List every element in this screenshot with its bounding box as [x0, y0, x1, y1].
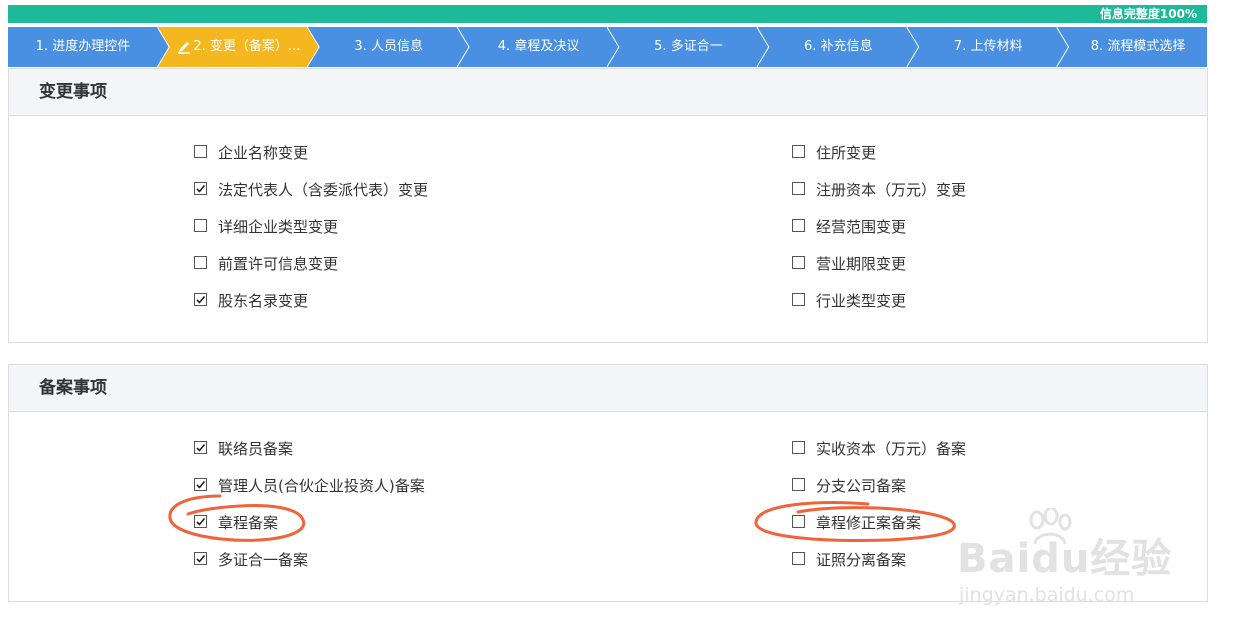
completeness-progress-fill: [8, 5, 1207, 23]
checkbox-unchecked[interactable]: [792, 478, 805, 491]
checkmark-icon: [196, 554, 206, 563]
completeness-text: 信息完整度100%: [1099, 7, 1197, 21]
checkbox-item[interactable]: 章程修正案备案: [792, 513, 921, 533]
checkbox-item[interactable]: 分支公司备案: [792, 476, 906, 496]
record-items-title: 备案事项: [9, 365, 1207, 412]
checkbox-label: 证照分离备案: [816, 551, 907, 569]
checkbox-label: 营业期限变更: [816, 255, 907, 273]
checkbox-item[interactable]: 法定代表人（含委派代表）变更: [194, 180, 428, 200]
checkbox-label: 多证合一备案: [218, 551, 309, 569]
completeness-progress-bar: 信息完整度100%: [8, 5, 1207, 23]
step-label: 7. 上传材料: [953, 39, 1023, 54]
change-items-title: 变更事项: [9, 69, 1207, 116]
step-label: 3. 人员信息: [354, 39, 423, 54]
checkbox-label: 股东名录变更: [218, 292, 309, 310]
step-1[interactable]: 1. 进度办理控件: [8, 27, 158, 67]
checkbox-checked[interactable]: [194, 182, 207, 195]
checkbox-unchecked[interactable]: [792, 441, 805, 454]
step-3[interactable]: 3. 人员信息: [320, 27, 458, 67]
checkbox-unchecked[interactable]: [792, 219, 805, 232]
checkbox-unchecked[interactable]: [792, 145, 805, 158]
checkbox-label: 法定代表人（含委派代表）变更: [218, 181, 429, 199]
checkbox-unchecked[interactable]: [792, 293, 805, 306]
step-navigation: 1. 进度办理控件 2. 变更（备案）... 3. 人员信息 4. 章程及决议 5. 多…: [8, 27, 1207, 67]
checkbox-item[interactable]: 企业名称变更: [194, 143, 308, 163]
checkbox-unchecked[interactable]: [792, 256, 805, 269]
checkbox-item[interactable]: 联络员备案: [194, 439, 293, 459]
checkbox-label: 行业类型变更: [816, 292, 907, 310]
step-label: 2. 变更（备案）...: [193, 39, 301, 54]
checkbox-unchecked[interactable]: [194, 219, 207, 232]
checkbox-label: 实收资本（万元）备案: [816, 440, 967, 458]
checkbox-unchecked[interactable]: [792, 182, 805, 195]
checkbox-label: 章程备案: [218, 514, 279, 532]
checkbox-label: 企业名称变更: [218, 144, 309, 162]
checkbox-item[interactable]: 前置许可信息变更: [194, 254, 338, 274]
checkbox-item[interactable]: 证照分离备案: [792, 550, 906, 570]
checkbox-unchecked[interactable]: [194, 256, 207, 269]
checkbox-item[interactable]: 住所变更: [792, 143, 876, 163]
checkmark-icon: [196, 480, 206, 489]
step-label: 1. 进度办理控件: [35, 39, 131, 54]
checkbox-item[interactable]: 股东名录变更: [194, 291, 308, 311]
checkbox-checked[interactable]: [194, 441, 207, 454]
checkbox-item[interactable]: 行业类型变更: [792, 291, 906, 311]
checkbox-label: 住所变更: [816, 144, 877, 162]
step-label: 8. 流程模式选择: [1090, 39, 1186, 54]
checkbox-label: 详细企业类型变更: [218, 218, 339, 236]
checkbox-label: 经营范围变更: [816, 218, 907, 236]
checkbox-unchecked[interactable]: [194, 145, 207, 158]
checkmark-icon: [196, 517, 206, 526]
step-4[interactable]: 4. 章程及决议: [470, 27, 608, 67]
checkbox-item[interactable]: 营业期限变更: [792, 254, 906, 274]
step-5[interactable]: 5. 多证合一: [620, 27, 758, 67]
checkbox-checked[interactable]: [194, 478, 207, 491]
step-6[interactable]: 6. 补充信息: [769, 27, 907, 67]
checkmark-icon: [196, 443, 206, 452]
checkbox-label: 管理人员(合伙企业投资人)备案: [218, 477, 425, 495]
checkmark-icon: [196, 184, 206, 193]
step-label: 4. 章程及决议: [497, 39, 580, 54]
checkbox-checked[interactable]: [194, 293, 207, 306]
checkbox-unchecked[interactable]: [792, 552, 805, 565]
checkbox-item[interactable]: 章程备案: [194, 513, 278, 533]
checkbox-item[interactable]: 经营范围变更: [792, 217, 906, 237]
pen-icon: [178, 41, 191, 54]
checkbox-label: 章程修正案备案: [816, 514, 922, 532]
checkbox-label: 联络员备案: [218, 440, 294, 458]
step-label: 6. 补充信息: [804, 39, 873, 54]
checkbox-label: 前置许可信息变更: [218, 255, 339, 273]
step-label: 5. 多证合一: [654, 39, 723, 54]
checkbox-item[interactable]: 多证合一备案: [194, 550, 308, 570]
checkbox-checked[interactable]: [194, 515, 207, 528]
checkbox-label: 分支公司备案: [816, 477, 907, 495]
step-8[interactable]: 8. 流程模式选择: [1069, 27, 1207, 67]
step-2[interactable]: 2. 变更（备案）...: [170, 27, 308, 67]
checkbox-item[interactable]: 详细企业类型变更: [194, 217, 338, 237]
checkbox-item[interactable]: 注册资本（万元）变更: [792, 180, 966, 200]
step-7[interactable]: 7. 上传材料: [919, 27, 1057, 67]
checkbox-item[interactable]: 实收资本（万元）备案: [792, 439, 966, 459]
record-items-panel: 备案事项 联络员备案管理人员(合伙企业投资人)备案 章程备案多证合一备案 实收资本（…: [8, 364, 1208, 602]
checkbox-checked[interactable]: [194, 552, 207, 565]
change-items-panel: 变更事项 企业名称变更法定代表人（含委派代表）变更 详细企业类型变更 前置许可信息变…: [8, 68, 1208, 343]
checkbox-label: 注册资本（万元）变更: [816, 181, 967, 199]
checkbox-unchecked[interactable]: [792, 515, 805, 528]
checkmark-icon: [196, 295, 206, 304]
checkbox-item[interactable]: 管理人员(合伙企业投资人)备案: [194, 476, 425, 496]
